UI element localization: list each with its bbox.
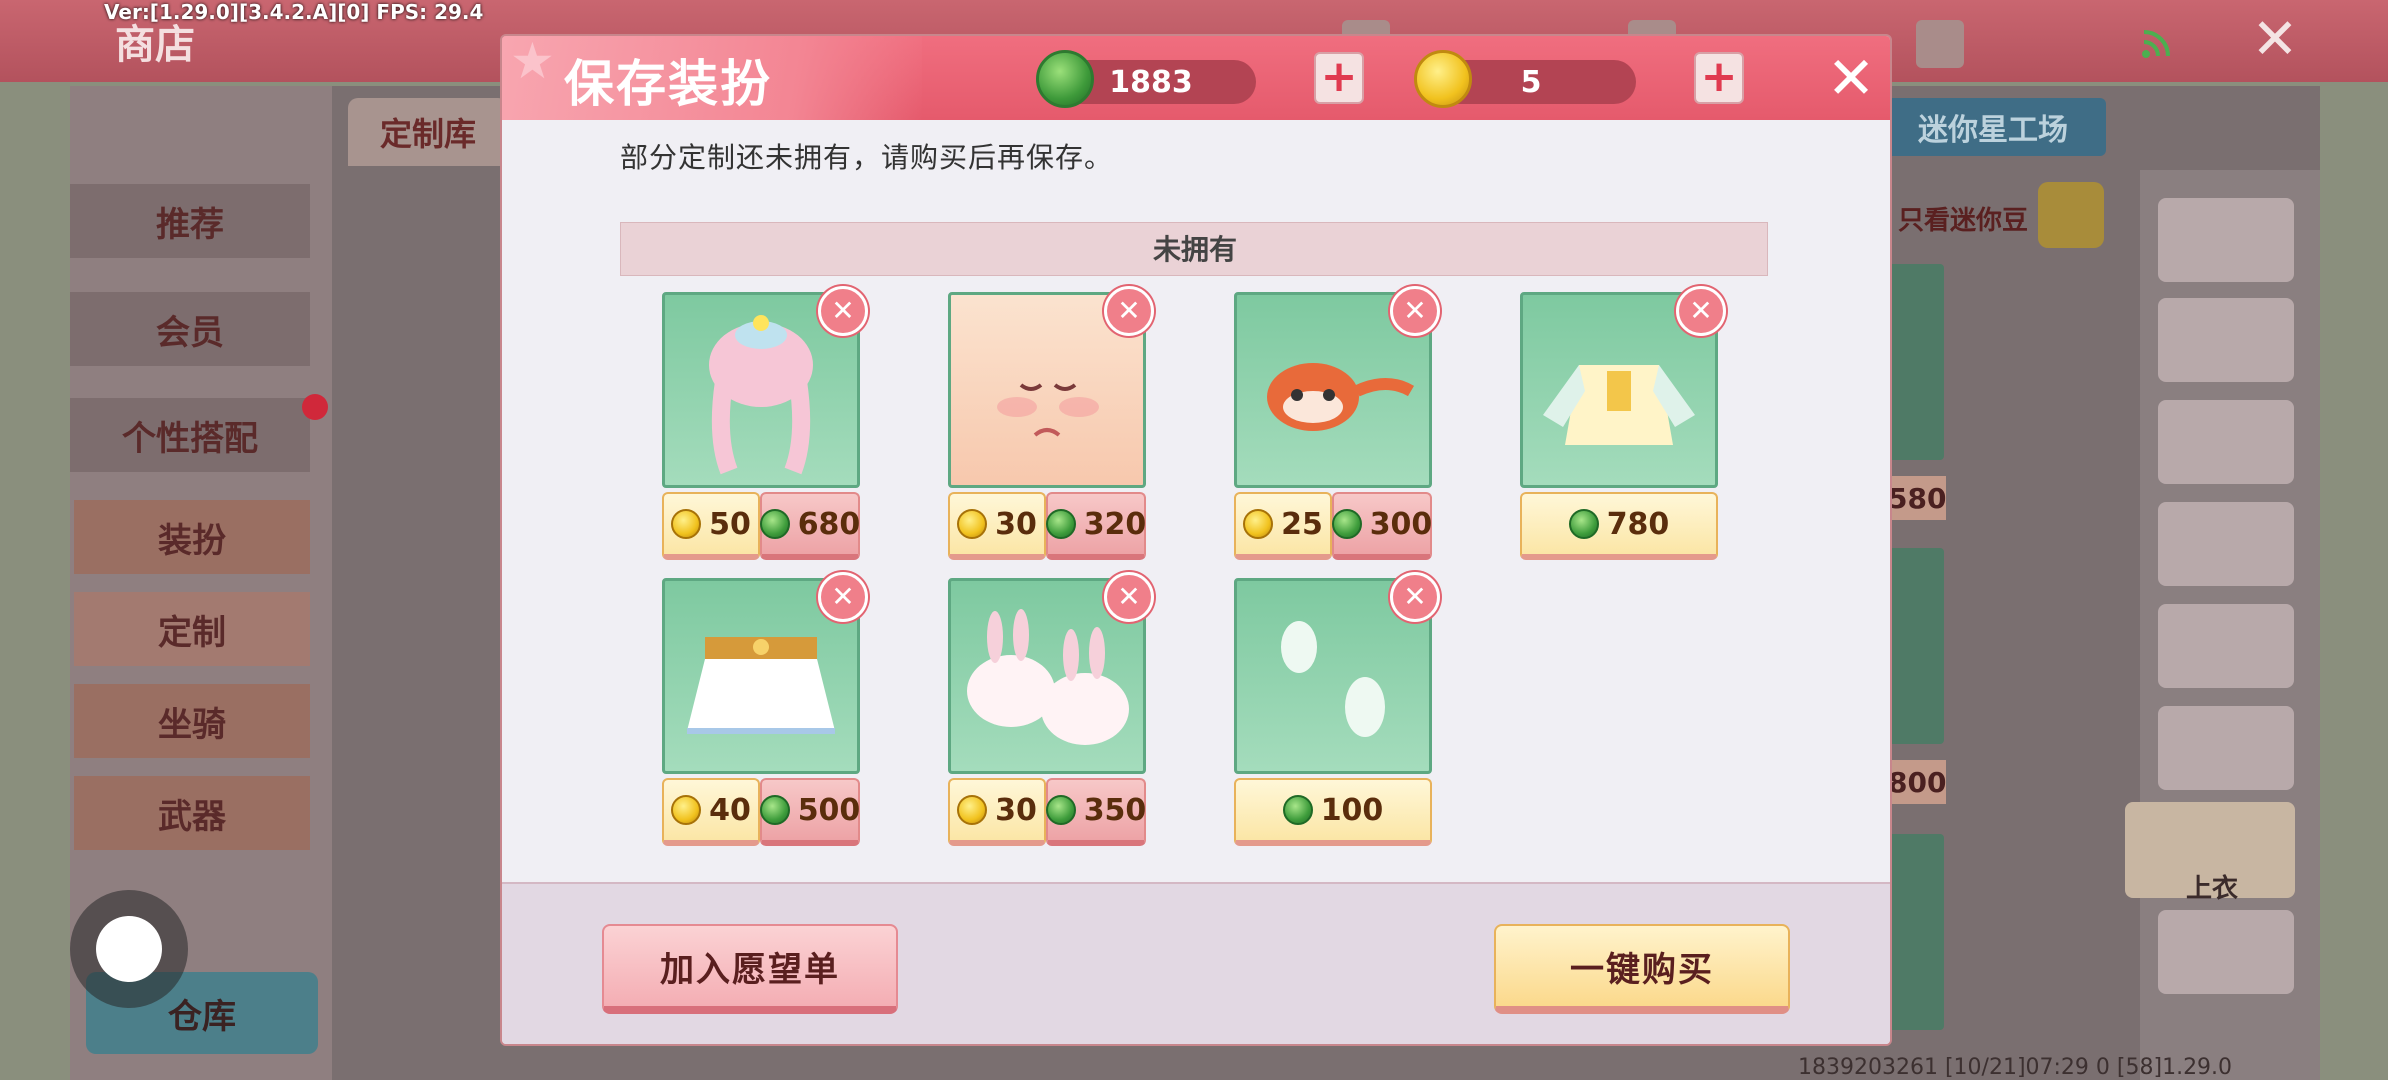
rail-top-label: 上衣 bbox=[2186, 874, 2239, 904]
price-gem-button[interactable]: 100 bbox=[1234, 778, 1432, 846]
bg-plus-button[interactable] bbox=[1916, 20, 1964, 68]
remove-item-button[interactable]: ✕ bbox=[818, 286, 868, 336]
dialog-title: 保存装扮 bbox=[564, 55, 772, 113]
gem-icon bbox=[759, 509, 790, 539]
version-info: Ver:[1.29.0][3.4.2.A][0] FPS: 29.4 bbox=[104, 0, 484, 24]
bg-item-price[interactable]: 800 bbox=[1888, 760, 1946, 804]
price-gem-button[interactable]: 300 bbox=[1331, 492, 1432, 560]
gem-icon bbox=[1036, 50, 1094, 108]
notice-text: 部分定制还未拥有，请购买后再保存。 bbox=[620, 141, 1114, 174]
price-coin-button[interactable]: 40 bbox=[662, 778, 760, 846]
footer-build-info: 1839203261 [10/21]07:29 0 [58]1.29.0 bbox=[1798, 1055, 2233, 1080]
rail-mask-button[interactable] bbox=[2158, 706, 2294, 790]
gem-icon bbox=[1045, 509, 1076, 539]
shop-close-icon[interactable]: ✕ bbox=[2245, 10, 2305, 70]
price-gem-button[interactable]: 780 bbox=[1520, 492, 1718, 560]
remove-item-button[interactable]: ✕ bbox=[1104, 572, 1154, 622]
buy-all-button[interactable]: 一键购买 bbox=[1494, 924, 1790, 1014]
rail-face-button[interactable] bbox=[2158, 604, 2294, 688]
price-coin-button[interactable]: 30 bbox=[948, 778, 1046, 846]
bg-item-card[interactable] bbox=[1888, 548, 1944, 744]
nav-item-weapon[interactable]: 武器 bbox=[74, 776, 310, 850]
add-gems-button[interactable]: + bbox=[1314, 52, 1364, 104]
coin-icon bbox=[957, 795, 988, 825]
remove-item-button[interactable]: ✕ bbox=[1676, 286, 1726, 336]
price-gem-button[interactable]: 350 bbox=[1045, 778, 1146, 846]
price-coin-button[interactable]: 50 bbox=[662, 492, 760, 560]
price-coin-button[interactable]: 30 bbox=[948, 492, 1046, 560]
save-outfit-dialog: ★ 保存装扮 1883 + 5 + ✕ 部分定制还未拥有，请购买后再保存。 未拥… bbox=[500, 34, 1892, 1046]
item-card-skirt[interactable]: ✕ 40 500 bbox=[662, 572, 868, 858]
bg-item-card[interactable] bbox=[1888, 834, 1944, 1030]
wifi-icon bbox=[2142, 30, 2170, 58]
remove-item-button[interactable]: ✕ bbox=[1104, 286, 1154, 336]
item-card-face[interactable]: ✕ 30 320 bbox=[948, 286, 1154, 572]
nav-item-member[interactable]: 会员 bbox=[70, 292, 310, 366]
add-to-wishlist-button[interactable]: 加入愿望单 bbox=[602, 924, 898, 1014]
nav-item-recommend[interactable]: 推荐 bbox=[70, 184, 310, 258]
add-coins-button[interactable]: + bbox=[1694, 52, 1744, 104]
nav-item-mount[interactable]: 坐骑 bbox=[74, 684, 310, 758]
rail-grid-button[interactable] bbox=[2158, 198, 2294, 282]
coin-icon bbox=[1414, 50, 1472, 108]
tab-workshop[interactable]: 迷你星工场 bbox=[1880, 98, 2106, 156]
gem-icon bbox=[1282, 795, 1313, 825]
price-gem-button[interactable]: 500 bbox=[759, 778, 860, 846]
item-card-footprint[interactable]: ✕ 100 bbox=[1234, 572, 1440, 858]
price-coin-button[interactable]: 25 bbox=[1234, 492, 1332, 560]
not-owned-section-header: 未拥有 bbox=[620, 222, 1768, 276]
rail-history-button[interactable] bbox=[2158, 298, 2294, 382]
nav-item-custom[interactable]: 定制 bbox=[74, 592, 310, 666]
item-card-hair[interactable]: ✕ 50 680 bbox=[662, 286, 868, 572]
item-card-shoes[interactable]: ✕ 30 350 bbox=[948, 572, 1154, 858]
price-gem-button[interactable]: 680 bbox=[759, 492, 860, 560]
rail-gloves-button[interactable] bbox=[2158, 910, 2294, 994]
coin-icon bbox=[957, 509, 988, 539]
joystick-thumb[interactable] bbox=[96, 916, 162, 982]
star-icon: ★ bbox=[510, 34, 555, 90]
nav-item-personal[interactable]: 个性搭配 bbox=[70, 398, 310, 472]
section-label: 未拥有 bbox=[1152, 233, 1237, 266]
item-card-mask[interactable]: ✕ 25 300 bbox=[1234, 286, 1440, 572]
coin-icon bbox=[671, 795, 702, 825]
close-icon[interactable]: ✕ bbox=[1822, 46, 1880, 110]
item-card-top[interactable]: ✕ 780 bbox=[1520, 286, 1726, 572]
nav-item-outfit[interactable]: 装扮 bbox=[74, 500, 310, 574]
bg-item-price[interactable]: 580 bbox=[1888, 476, 1946, 520]
remove-item-button[interactable]: ✕ bbox=[1390, 286, 1440, 336]
gem-icon bbox=[1568, 509, 1599, 539]
gem-icon bbox=[1045, 795, 1076, 825]
rail-hair-button[interactable] bbox=[2158, 502, 2294, 586]
remove-item-button[interactable]: ✕ bbox=[818, 572, 868, 622]
remove-item-button[interactable]: ✕ bbox=[1390, 572, 1440, 622]
gem-icon bbox=[1331, 509, 1362, 539]
gem-icon bbox=[759, 795, 790, 825]
notification-dot bbox=[302, 394, 328, 420]
coin-icon bbox=[671, 509, 702, 539]
tab-custom-library[interactable]: 定制库 bbox=[348, 98, 508, 166]
search-button[interactable] bbox=[2038, 182, 2104, 248]
price-gem-button[interactable]: 320 bbox=[1045, 492, 1146, 560]
bg-item-card[interactable] bbox=[1888, 264, 1944, 460]
rail-suit-button[interactable] bbox=[2158, 400, 2294, 484]
coin-icon bbox=[1243, 509, 1274, 539]
only-beans-filter-label[interactable]: 只看迷你豆 bbox=[1898, 200, 2028, 237]
